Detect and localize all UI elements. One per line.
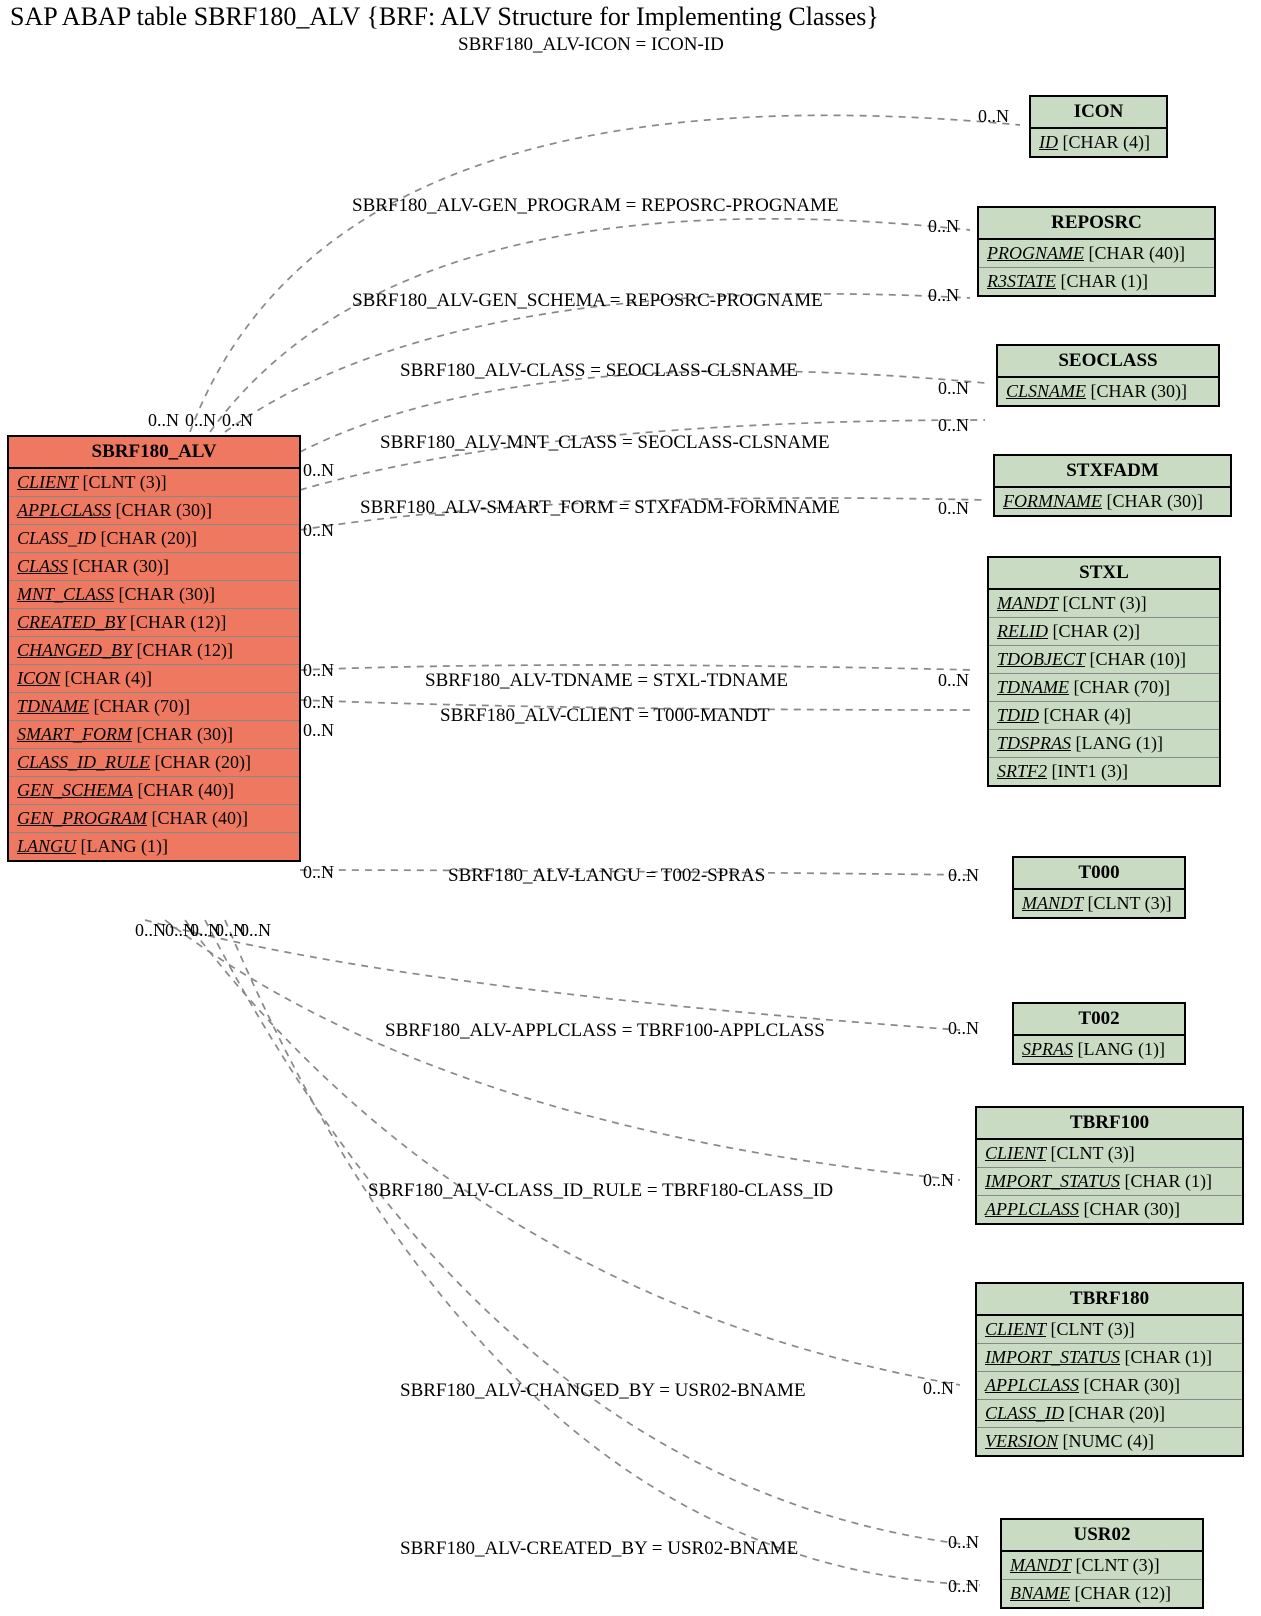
cardinality: 0..N bbox=[938, 670, 969, 691]
relation-label: SBRF180_ALV-APPLCLASS = TBRF100-APPLCLAS… bbox=[385, 1020, 825, 1042]
entity-header: SBRF180_ALV bbox=[9, 437, 299, 469]
entity-stxl: STXL MANDT [CLNT (3)]RELID [CHAR (2)]TDO… bbox=[987, 556, 1221, 787]
entity-field: TDOBJECT [CHAR (10)] bbox=[989, 646, 1219, 674]
cardinality: 0..N bbox=[978, 106, 1009, 127]
entity-header: TBRF180 bbox=[977, 1284, 1242, 1316]
entity-field: ICON [CHAR (4)] bbox=[9, 665, 299, 693]
entity-stxfadm: STXFADM FORMNAME [CHAR (30)] bbox=[993, 454, 1232, 517]
cardinality: 0..N bbox=[938, 415, 969, 436]
cardinality: 0..N bbox=[938, 378, 969, 399]
relation-label: SBRF180_ALV-GEN_SCHEMA = REPOSRC-PROGNAM… bbox=[352, 290, 823, 312]
entity-field: SRTF2 [INT1 (3)] bbox=[989, 758, 1219, 785]
entity-field: CREATED_BY [CHAR (12)] bbox=[9, 609, 299, 637]
cardinality: 0..N bbox=[928, 216, 959, 237]
relation-label: SBRF180_ALV-MNT_CLASS = SEOCLASS-CLSNAME bbox=[380, 432, 830, 454]
cardinality: 0..N bbox=[185, 410, 216, 431]
cardinality: 0..N bbox=[948, 1018, 979, 1039]
entity-field: TDNAME [CHAR (70)] bbox=[9, 693, 299, 721]
entity-field: SMART_FORM [CHAR (30)] bbox=[9, 721, 299, 749]
cardinality: 0..N bbox=[923, 1170, 954, 1191]
entity-header: STXL bbox=[989, 558, 1219, 590]
entity-header: REPOSRC bbox=[979, 208, 1214, 240]
cardinality: 0..N bbox=[948, 865, 979, 886]
entity-field: GEN_SCHEMA [CHAR (40)] bbox=[9, 777, 299, 805]
cardinality: 0..N bbox=[928, 285, 959, 306]
entity-field: LANGU [LANG (1)] bbox=[9, 833, 299, 860]
entity-field: CLIENT [CLNT (3)] bbox=[9, 469, 299, 497]
entity-field: TDSPRAS [LANG (1)] bbox=[989, 730, 1219, 758]
cardinality: 0..N bbox=[938, 498, 969, 519]
entity-field: VERSION [NUMC (4)] bbox=[977, 1428, 1242, 1455]
entity-header: T000 bbox=[1014, 858, 1184, 890]
entity-tbrf180: TBRF180 CLIENT [CLNT (3)]IMPORT_STATUS [… bbox=[975, 1282, 1244, 1457]
entity-field: MANDT [CLNT (3)] bbox=[989, 590, 1219, 618]
cardinality: 0..N bbox=[303, 660, 334, 681]
entity-field: MNT_CLASS [CHAR (30)] bbox=[9, 581, 299, 609]
relation-label: SBRF180_ALV-LANGU = T002-SPRAS bbox=[448, 865, 765, 887]
entity-t000: T000 MANDT [CLNT (3)] bbox=[1012, 856, 1186, 919]
page-title: SAP ABAP table SBRF180_ALV {BRF: ALV Str… bbox=[10, 2, 879, 32]
entity-seoclass: SEOCLASS CLSNAME [CHAR (30)] bbox=[996, 344, 1220, 407]
relation-label: SBRF180_ALV-CREATED_BY = USR02-BNAME bbox=[400, 1538, 798, 1560]
entity-header: TBRF100 bbox=[977, 1108, 1242, 1140]
entity-usr02: USR02 MANDT [CLNT (3)] BNAME [CHAR (12)] bbox=[1000, 1518, 1204, 1609]
entity-t002: T002 SPRAS [LANG (1)] bbox=[1012, 1002, 1186, 1065]
entity-field: CLASS_ID_RULE [CHAR (20)] bbox=[9, 749, 299, 777]
entity-field: IMPORT_STATUS [CHAR (1)] bbox=[977, 1344, 1242, 1372]
entity-sbrf180-alv: SBRF180_ALV CLIENT [CLNT (3)]APPLCLASS [… bbox=[7, 435, 301, 862]
entity-field: CLIENT [CLNT (3)] bbox=[977, 1316, 1242, 1344]
relation-label: SBRF180_ALV-TDNAME = STXL-TDNAME bbox=[425, 670, 788, 692]
cardinality: 0..N bbox=[240, 920, 271, 941]
entity-header: SEOCLASS bbox=[998, 346, 1218, 378]
entity-field: CLASS_ID [CHAR (20)] bbox=[977, 1400, 1242, 1428]
relation-label: SBRF180_ALV-CLASS = SEOCLASS-CLSNAME bbox=[400, 360, 798, 382]
cardinality: 0..N bbox=[948, 1532, 979, 1553]
entity-icon: ICON ID [CHAR (4)] bbox=[1029, 95, 1168, 158]
cardinality: 0..N bbox=[303, 862, 334, 883]
cardinality: 0..N bbox=[135, 920, 166, 941]
entity-field: TDID [CHAR (4)] bbox=[989, 702, 1219, 730]
relation-label: SBRF180_ALV-CHANGED_BY = USR02-BNAME bbox=[400, 1380, 806, 1402]
entity-tbrf100: TBRF100 CLIENT [CLNT (3)] IMPORT_STATUS … bbox=[975, 1106, 1244, 1225]
relation-label: SBRF180_ALV-CLIENT = T000-MANDT bbox=[440, 705, 770, 727]
cardinality: 0..N bbox=[303, 720, 334, 741]
entity-field: TDNAME [CHAR (70)] bbox=[989, 674, 1219, 702]
subtitle-relation: SBRF180_ALV-ICON = ICON-ID bbox=[458, 34, 724, 56]
entity-header: USR02 bbox=[1002, 1520, 1202, 1552]
cardinality: 0..N bbox=[148, 410, 179, 431]
relation-label: SBRF180_ALV-CLASS_ID_RULE = TBRF180-CLAS… bbox=[368, 1180, 833, 1202]
cardinality: 0..N bbox=[923, 1378, 954, 1399]
entity-reposrc: REPOSRC PROGNAME [CHAR (40)] R3STATE [CH… bbox=[977, 206, 1216, 297]
entity-header: ICON bbox=[1031, 97, 1166, 129]
cardinality: 0..N bbox=[303, 520, 334, 541]
cardinality: 0..N bbox=[303, 692, 334, 713]
cardinality: 0..N bbox=[948, 1576, 979, 1597]
entity-header: STXFADM bbox=[995, 456, 1230, 488]
relation-label: SBRF180_ALV-SMART_FORM = STXFADM-FORMNAM… bbox=[360, 497, 840, 519]
entity-field: CLASS_ID [CHAR (20)] bbox=[9, 525, 299, 553]
relation-label: SBRF180_ALV-GEN_PROGRAM = REPOSRC-PROGNA… bbox=[352, 195, 839, 217]
entity-field: CHANGED_BY [CHAR (12)] bbox=[9, 637, 299, 665]
entity-header: T002 bbox=[1014, 1004, 1184, 1036]
entity-field: RELID [CHAR (2)] bbox=[989, 618, 1219, 646]
entity-field: GEN_PROGRAM [CHAR (40)] bbox=[9, 805, 299, 833]
entity-field: APPLCLASS [CHAR (30)] bbox=[9, 497, 299, 525]
entity-field: CLASS [CHAR (30)] bbox=[9, 553, 299, 581]
cardinality: 0..N bbox=[303, 460, 334, 481]
cardinality: 0..N bbox=[222, 410, 253, 431]
entity-field: APPLCLASS [CHAR (30)] bbox=[977, 1372, 1242, 1400]
